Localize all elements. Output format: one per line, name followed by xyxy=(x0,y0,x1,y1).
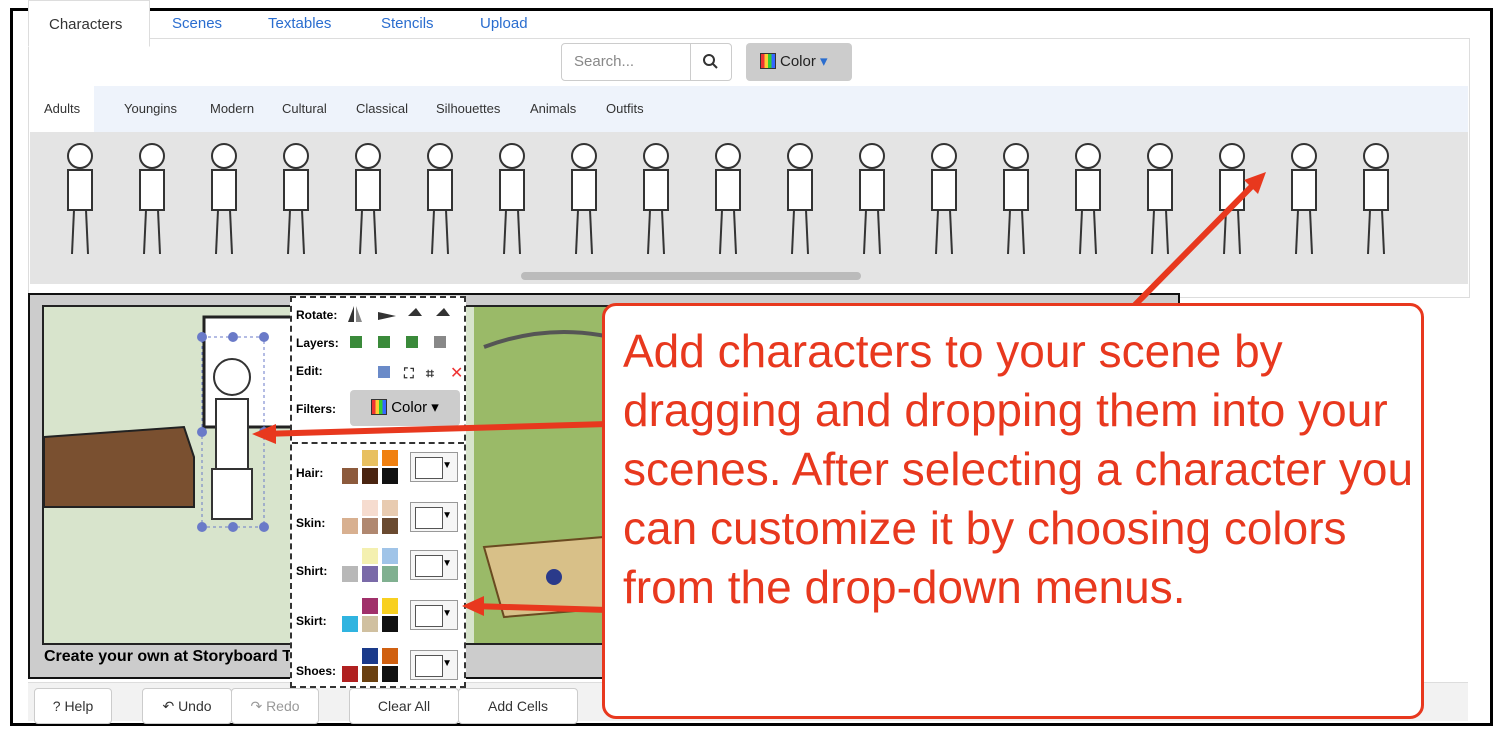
tab-upload[interactable]: Upload xyxy=(480,0,528,47)
character-figure[interactable] xyxy=(643,143,669,255)
color-swatch[interactable] xyxy=(342,518,358,534)
skin-color-dropdown[interactable]: ▼ xyxy=(410,502,458,532)
color-grid-icon xyxy=(760,53,776,69)
character-figure[interactable] xyxy=(499,143,525,255)
color-swatch[interactable] xyxy=(382,468,398,484)
tab-textables[interactable]: Textables xyxy=(268,0,331,47)
shirt-color-dropdown[interactable]: ▼ xyxy=(410,550,458,580)
character-figure[interactable] xyxy=(571,143,597,255)
color-swatch[interactable] xyxy=(362,598,378,614)
tab-characters[interactable]: Characters xyxy=(28,0,150,47)
subtab-classical[interactable]: Classical xyxy=(356,86,408,132)
color-swatch[interactable] xyxy=(362,616,378,632)
shirt-label: Shirt: xyxy=(296,564,328,578)
add-cells-button[interactable]: Add Cells xyxy=(458,688,578,724)
color-swatch[interactable] xyxy=(342,450,358,466)
color-swatch[interactable] xyxy=(342,468,358,484)
color-swatch[interactable] xyxy=(342,648,358,664)
edit-icon[interactable]: ⛶ ⌗ ✕ xyxy=(378,365,463,382)
color-swatch[interactable] xyxy=(382,566,398,582)
tab-stencils[interactable]: Stencils xyxy=(381,0,434,47)
character-figure[interactable] xyxy=(1147,143,1173,255)
character-figure[interactable] xyxy=(283,143,309,255)
color-swatch[interactable] xyxy=(342,566,358,582)
shoes-label: Shoes: xyxy=(296,664,337,678)
caret-icon: ▾ xyxy=(820,53,828,70)
skin-label: Skin: xyxy=(296,516,326,530)
character-figure[interactable] xyxy=(355,143,381,255)
character-figure[interactable] xyxy=(139,143,165,255)
character-figure[interactable] xyxy=(67,143,93,255)
color-swatch[interactable] xyxy=(362,518,378,534)
color-swatch[interactable] xyxy=(342,500,358,516)
color-swatch[interactable] xyxy=(382,548,398,564)
tab-scenes[interactable]: Scenes xyxy=(172,0,222,47)
layers-icon[interactable] xyxy=(350,336,446,348)
character-figure[interactable] xyxy=(931,143,957,255)
color-swatch[interactable] xyxy=(382,450,398,466)
search-input[interactable]: Search... xyxy=(561,43,691,81)
character-figure[interactable] xyxy=(715,143,741,255)
character-thumbnails xyxy=(67,143,1389,255)
tutorial-callout: Add characters to your scene by dragging… xyxy=(602,303,1424,719)
help-button[interactable]: ? Help xyxy=(34,688,112,724)
character-figure[interactable] xyxy=(787,143,813,255)
svg-text:⛶: ⛶ xyxy=(403,365,414,381)
color-swatch[interactable] xyxy=(362,566,378,582)
svg-text:⌗: ⌗ xyxy=(425,365,434,381)
character-figure[interactable] xyxy=(1075,143,1101,255)
popup-controls: ⛶ ⌗ ✕ xyxy=(348,306,463,382)
rotate-icon[interactable] xyxy=(348,306,450,322)
character-figure[interactable] xyxy=(211,143,237,255)
character-figure[interactable] xyxy=(1363,143,1389,255)
color-swatch[interactable] xyxy=(342,616,358,632)
clear-all-button[interactable]: Clear All xyxy=(349,688,459,724)
color-swatch[interactable] xyxy=(362,468,378,484)
color-swatch[interactable] xyxy=(362,450,378,466)
search-button[interactable] xyxy=(690,43,732,81)
skirt-color-dropdown[interactable]: ▼ xyxy=(410,600,458,630)
subtab-animals[interactable]: Animals xyxy=(530,86,576,132)
strip-scrollbar[interactable] xyxy=(521,272,861,280)
hair-label: Hair: xyxy=(296,466,324,480)
character-strip xyxy=(30,132,1468,284)
subtab-adults[interactable]: Adults xyxy=(30,86,95,132)
color-swatch[interactable] xyxy=(362,500,378,516)
hair-color-dropdown[interactable]: ▼ xyxy=(410,452,458,482)
skirt-label: Skirt: xyxy=(296,614,327,628)
color-swatch[interactable] xyxy=(342,598,358,614)
shoes-color-dropdown[interactable]: ▼ xyxy=(410,650,458,680)
callout-text: Add characters to your scene by dragging… xyxy=(623,325,1414,613)
color-swatch[interactable] xyxy=(362,666,378,682)
color-swatch[interactable] xyxy=(362,548,378,564)
subtab-modern[interactable]: Modern xyxy=(210,86,254,132)
color-swatch[interactable] xyxy=(382,598,398,614)
color-swatch[interactable] xyxy=(382,518,398,534)
color-filter-button[interactable]: Color ▾ xyxy=(746,43,852,81)
watermark-caption: Create your own at Storyboard That xyxy=(44,648,317,665)
subtab-silhouettes[interactable]: Silhouettes xyxy=(436,86,500,132)
subtab-youngins[interactable]: Youngins xyxy=(124,86,177,132)
color-swatch[interactable] xyxy=(382,616,398,632)
character-figure[interactable] xyxy=(859,143,885,255)
subtab-cultural[interactable]: Cultural xyxy=(282,86,327,132)
subcategory-bar: Adults Youngins Modern Cultural Classica… xyxy=(30,86,1468,133)
character-figure[interactable] xyxy=(1291,143,1317,255)
subtab-outfits[interactable]: Outfits xyxy=(606,86,644,132)
character-figure[interactable] xyxy=(427,143,453,255)
color-swatch[interactable] xyxy=(342,666,358,682)
color-swatch[interactable] xyxy=(362,648,378,664)
svg-text:✕: ✕ xyxy=(450,365,463,382)
color-swatch[interactable] xyxy=(342,548,358,564)
redo-button[interactable]: ↷ Redo xyxy=(231,688,319,724)
color-swatch[interactable] xyxy=(382,648,398,664)
character-figure[interactable] xyxy=(1003,143,1029,255)
undo-button[interactable]: ↶ Undo xyxy=(142,688,232,724)
color-swatch[interactable] xyxy=(382,666,398,682)
character-figure[interactable] xyxy=(1219,143,1245,255)
color-swatch[interactable] xyxy=(382,500,398,516)
character-edit-popup: Rotate: Layers: Edit: Filters: Color ▾ ⛶… xyxy=(290,296,466,688)
color-button-label: Color xyxy=(780,53,816,70)
search-icon xyxy=(703,54,718,69)
